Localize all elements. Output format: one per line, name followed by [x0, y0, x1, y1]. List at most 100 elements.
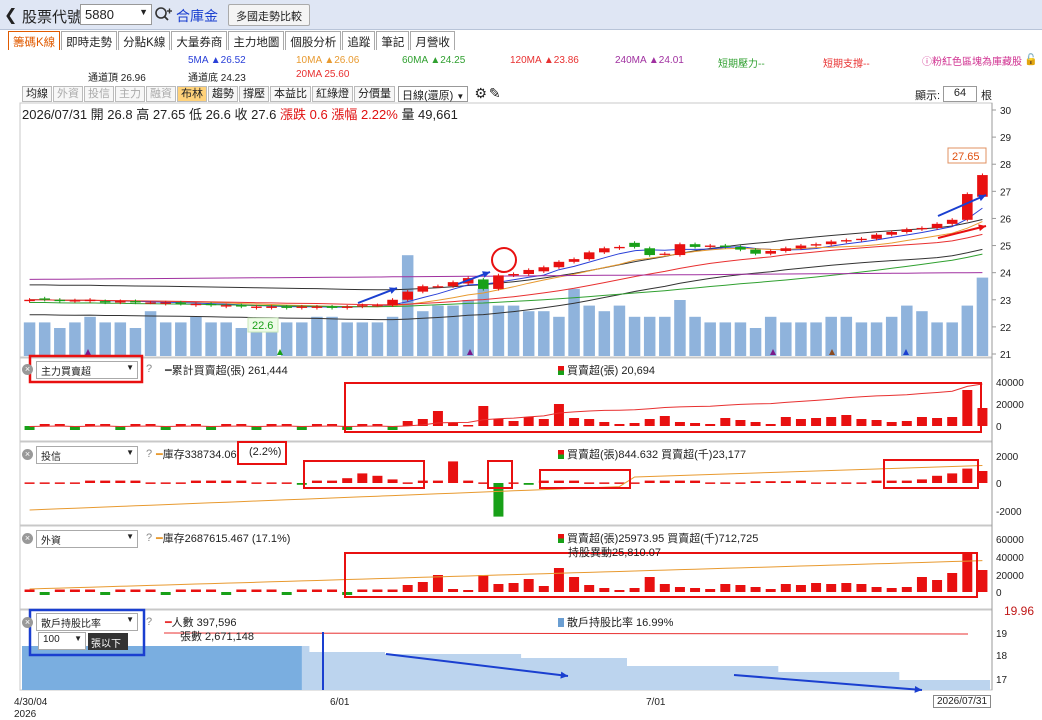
trust-pct: (2.2%) [249, 446, 282, 458]
candle-body [266, 306, 277, 308]
foreign-bar [750, 587, 761, 592]
volume-bar [628, 316, 641, 356]
chevron-down-icon[interactable]: ▼ [126, 363, 134, 372]
volume-bar [719, 322, 732, 356]
close-pane-icon[interactable]: × [22, 533, 33, 544]
holders-selector[interactable]: 散戶持股比率 ▼ [36, 613, 138, 631]
foreign-bar [417, 582, 428, 592]
close-pane-icon[interactable]: × [22, 617, 33, 628]
volume-bar [825, 316, 837, 356]
candle-body [236, 305, 247, 307]
pane3-tick: 0 [996, 588, 1002, 599]
foreign-bar [206, 589, 217, 592]
foreign-bar [977, 570, 988, 592]
foreign-bar [553, 568, 564, 592]
chevron-down-icon[interactable]: ▼ [74, 634, 82, 643]
pane2-tick: 2000 [996, 452, 1019, 463]
candle-body [810, 244, 822, 246]
trust-bar [962, 468, 973, 483]
volume-bar [749, 328, 762, 356]
volume-bar [175, 322, 187, 356]
chevron-down-icon[interactable]: ▼ [126, 448, 134, 457]
foreign-bar [508, 583, 519, 592]
help-icon[interactable]: ? [146, 532, 152, 544]
main-force-bar [463, 425, 474, 427]
trust-bar [750, 481, 761, 483]
main-force-selector[interactable]: 主力買賣超 ▼ [36, 361, 138, 379]
help-icon[interactable]: ? [146, 363, 152, 375]
trust-bar [508, 482, 519, 484]
foreign-bar [372, 589, 383, 592]
trust-bar [69, 482, 80, 484]
candle-body [145, 302, 156, 304]
volume-bar [538, 311, 550, 356]
main-force-bar [614, 424, 625, 426]
volume-bar [689, 316, 701, 356]
foreign-bar [811, 583, 822, 592]
holders-area-dark [22, 646, 302, 690]
volume-bar [99, 322, 111, 356]
trust-bar [705, 482, 716, 484]
bollinger-lower-line [29, 248, 983, 321]
trust-bar [659, 480, 670, 483]
foreign-bar [357, 589, 368, 592]
foreign-bar [735, 585, 746, 592]
volume-bar [341, 322, 353, 356]
foreign-bar [145, 589, 156, 592]
volume-bar [447, 305, 459, 356]
volume-bar [553, 316, 565, 356]
volume-bar [432, 305, 444, 356]
chart-canvas[interactable]: 3029282726252423222127.6522.640000200000… [0, 0, 1042, 720]
y-tick-label: 22 [1000, 323, 1012, 334]
close-pane-icon[interactable]: × [22, 449, 33, 460]
foreign-bar [130, 589, 141, 592]
foreign-selector[interactable]: 外資 ▼ [36, 530, 138, 548]
date-end: 2026/07/31 [933, 695, 992, 708]
close-pane-icon[interactable]: × [22, 364, 33, 375]
volume-bar [583, 305, 595, 356]
foreign-bar [538, 586, 549, 592]
holders-threshold-select[interactable]: 100 ▼ [38, 632, 86, 650]
candle-body [553, 261, 565, 268]
candle-body [765, 250, 776, 254]
trust-bar [24, 482, 35, 484]
y-tick-label: 28 [1000, 160, 1012, 171]
candle-body [841, 240, 852, 242]
foreign-bar [841, 583, 852, 592]
candle-body [417, 286, 429, 292]
last-price-label: 27.65 [952, 151, 980, 163]
foreign-bar [478, 575, 489, 592]
chevron-down-icon[interactable]: ▼ [126, 615, 134, 624]
main-force-bar [130, 424, 141, 426]
foreign-bar [569, 577, 580, 592]
candle-body [296, 306, 308, 308]
bollinger-upper-line [29, 219, 983, 291]
trust-bar [841, 482, 852, 484]
candle-body [825, 241, 837, 245]
foreign-bar [901, 587, 912, 592]
volume-bar [598, 311, 611, 356]
main-force-bar [765, 424, 776, 426]
main-force-bar [705, 424, 716, 426]
trust-buysell: 買賣超(張)844.632 買賣超(千)23,177 [558, 446, 746, 462]
trust-selector[interactable]: 投信 ▼ [36, 446, 138, 464]
volume-bar [674, 300, 686, 356]
trust-bar [160, 482, 171, 484]
ma240-line [29, 272, 983, 280]
foreign-bar [795, 585, 806, 592]
candle-body [24, 299, 35, 302]
trend-arrow [937, 194, 987, 217]
help-icon[interactable]: ? [146, 616, 152, 628]
pane3-tick: 20000 [996, 571, 1024, 582]
candle-body [205, 303, 217, 306]
highlight-box [539, 469, 631, 489]
ma60-line [29, 253, 983, 308]
main-force-bar [221, 424, 232, 426]
y-tick-label: 24 [1000, 269, 1012, 280]
ma5-line [29, 207, 983, 308]
chevron-down-icon[interactable]: ▼ [126, 532, 134, 541]
trust-bar [478, 482, 489, 484]
volume-bar [659, 316, 671, 356]
help-icon[interactable]: ? [146, 448, 152, 460]
trust-bar [871, 480, 882, 483]
